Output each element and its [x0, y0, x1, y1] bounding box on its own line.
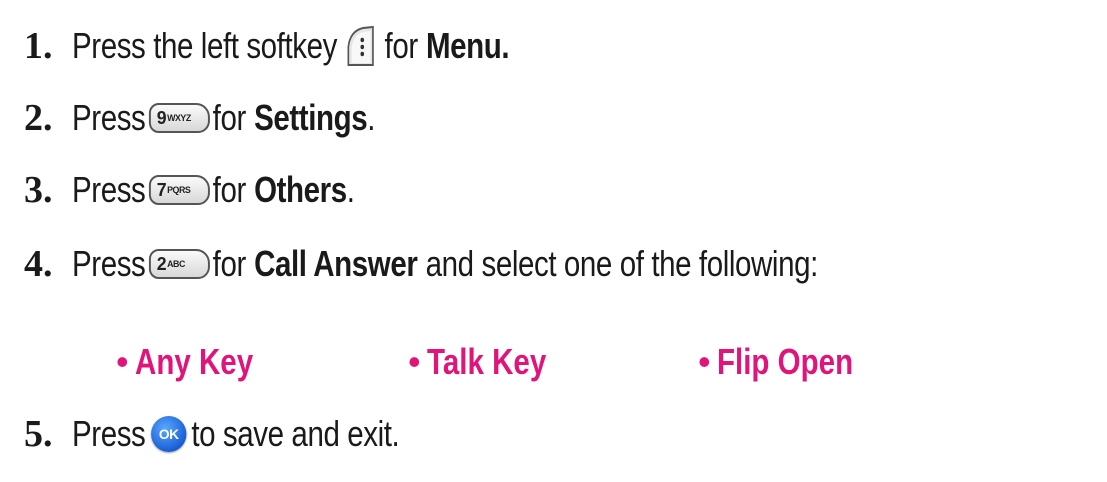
- step-number: 2.: [24, 97, 53, 139]
- step-number: 4.: [24, 243, 53, 285]
- step-1: 1. Press the left softkey for Menu.: [24, 18, 605, 74]
- step-text: Press OK to save and exit.: [72, 413, 400, 455]
- step-for: for: [212, 243, 247, 284]
- step-5: 5. Press OK to save and exit.: [24, 406, 471, 462]
- step-text: Press 2 ABC for Call Answer and select on…: [72, 243, 818, 285]
- step-2: 2. Press 9 WXYZ for Settings.: [24, 90, 442, 146]
- step-text: Press 7 PQRS for Others.: [72, 169, 355, 211]
- step-for: for: [384, 25, 419, 66]
- step-number: 5.: [24, 413, 53, 455]
- step-tail: to save and exit.: [191, 413, 400, 454]
- step-instruction: Press the left softkey: [72, 25, 337, 66]
- step-for: for: [212, 97, 247, 138]
- ok-key-icon: OK: [150, 416, 187, 452]
- option-label: Talk Key: [426, 341, 546, 382]
- step-text: Press 9 WXYZ for Settings.: [72, 97, 375, 139]
- step-4: 4. Press 2 ABC for Call Answer and select…: [24, 236, 982, 292]
- step-instruction: Press: [72, 243, 146, 284]
- step-number: 3.: [24, 169, 53, 211]
- call-answer-target: Call Answer: [254, 243, 418, 284]
- option-label: Any Key: [134, 341, 253, 382]
- step-3: 3. Press 7 PQRS for Others.: [24, 162, 417, 218]
- left-softkey-icon: [345, 25, 376, 67]
- step-tail: .: [367, 97, 376, 138]
- bullet-icon: •: [116, 341, 129, 382]
- key-9-icon: 9 WXYZ: [148, 103, 210, 133]
- settings-target: Settings: [254, 97, 368, 138]
- bullet-icon: •: [698, 341, 711, 382]
- step-instruction: Press: [72, 97, 146, 138]
- option-label: Flip Open: [716, 341, 853, 382]
- bullet-icon: •: [408, 341, 421, 382]
- option-flip-open: • Flip Open: [698, 334, 883, 390]
- others-target: Others: [254, 169, 347, 210]
- step-number: 1.: [24, 25, 53, 67]
- step-tail: and select one of the following:: [425, 243, 819, 284]
- key-7-icon: 7 PQRS: [148, 175, 210, 205]
- key-2-icon: 2 ABC: [148, 249, 210, 279]
- step-for: for: [212, 169, 247, 210]
- call-answer-options: • Any Key • Talk Key • Flip Open: [0, 334, 1107, 390]
- step-instruction: Press: [72, 413, 146, 454]
- step-tail: .: [346, 169, 355, 210]
- menu-target: Menu.: [425, 25, 510, 66]
- option-any-key: • Any Key: [116, 334, 279, 390]
- step-instruction: Press: [72, 169, 146, 210]
- step-text: Press the left softkey for Menu.: [72, 25, 510, 67]
- option-talk-key: • Talk Key: [408, 334, 572, 390]
